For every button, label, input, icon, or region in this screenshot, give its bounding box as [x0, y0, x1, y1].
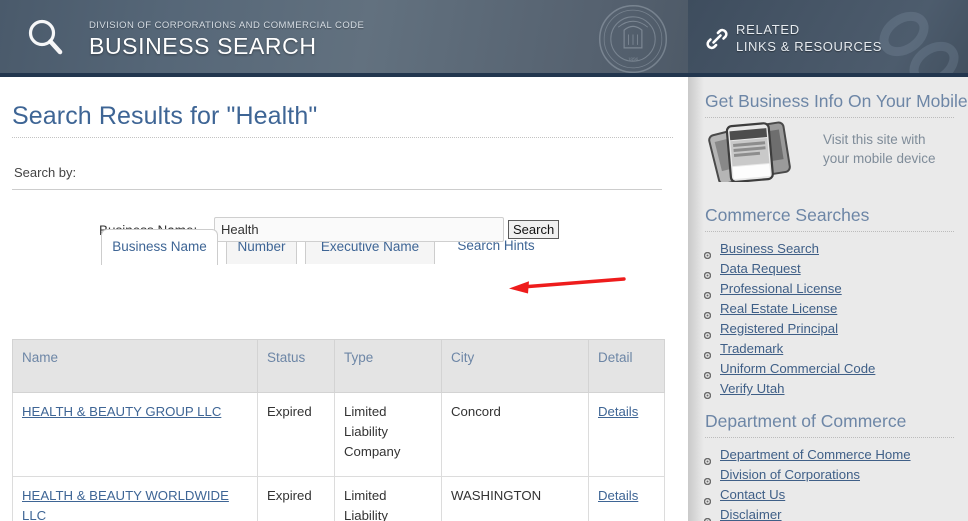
mobile-section: Get Business Info On Your Mobile: [688, 91, 968, 118]
search-button[interactable]: Search: [508, 220, 560, 239]
gear-bullet-icon: [703, 365, 712, 380]
link-data-request[interactable]: Data Request: [720, 261, 801, 276]
tab-business-name[interactable]: Business Name: [101, 229, 218, 265]
mobile-promo-text: Visit this site with your mobile device: [823, 130, 936, 168]
department-section-divider: [705, 437, 954, 438]
brand-kicker: DIVISION OF CORPORATIONS AND COMMERCIAL …: [89, 20, 365, 31]
link-professional-license[interactable]: Professional License: [720, 281, 842, 296]
mobile-phones-image: [708, 121, 791, 182]
link-uniform-commercial-code[interactable]: Uniform Commercial Code: [720, 361, 875, 376]
gear-bullet-icon: [703, 345, 712, 360]
list-item: Division of Corporations: [688, 465, 968, 486]
magnifier-icon: [28, 19, 63, 55]
link-department-of-commerce-home[interactable]: Department of Commerce Home: [720, 447, 911, 462]
list-item: Uniform Commercial Code: [688, 359, 968, 380]
commerce-searches-section: Commerce Searches Business Search Data R…: [688, 205, 968, 400]
list-item: Real Estate License: [688, 299, 968, 320]
related-line-1: RELATED: [736, 22, 800, 37]
gear-bullet-icon: [703, 471, 712, 486]
gear-bullet-icon: [703, 511, 712, 521]
details-link[interactable]: Details: [598, 488, 638, 503]
table-row: HEALTH & BEAUTY GROUP LLC Expired Limite…: [12, 392, 665, 477]
page-title: Search Results for "Health": [12, 102, 318, 130]
cell-city: WASHINGTON: [441, 476, 589, 521]
brand-block: DIVISION OF CORPORATIONS AND COMMERCIAL …: [89, 20, 364, 60]
search-results-table: Name Status Type City Detail HEALTH & BE…: [12, 339, 665, 521]
link-division-of-corporations[interactable]: Division of Corporations: [720, 467, 860, 482]
gear-bullet-icon: [703, 285, 712, 300]
list-item: Trademark: [688, 339, 968, 360]
chain-link-icon: [706, 28, 728, 50]
site-header: DIVISION OF CORPORATIONS AND COMMERCIAL …: [0, 0, 968, 77]
cell-name: HEALTH & BEAUTY WORLDWIDE LLC: [12, 476, 258, 521]
commerce-section-divider: [705, 231, 954, 232]
gear-bullet-icon: [703, 265, 712, 280]
list-item: Business Search: [688, 239, 968, 260]
list-item: Professional License: [688, 279, 968, 300]
cell-name: HEALTH & BEAUTY GROUP LLC: [12, 392, 258, 477]
business-name-link[interactable]: HEALTH & BEAUTY GROUP LLC: [22, 404, 221, 419]
mobile-section-heading: Get Business Info On Your Mobile: [705, 91, 968, 111]
main-content: Search Results for "Health" Search by: B…: [0, 77, 688, 521]
search-tabs: Business Name Number Executive Name Sear…: [0, 151, 688, 265]
svg-text:1896: 1896: [628, 57, 639, 63]
list-item: Verify Utah: [688, 379, 968, 400]
tabs-underline: [12, 189, 662, 190]
column-header-type[interactable]: Type: [334, 339, 442, 393]
link-trademark[interactable]: Trademark: [720, 341, 783, 356]
state-seal-icon: 1896: [598, 4, 668, 74]
promo-line-1: Visit this site with: [823, 132, 926, 147]
gear-bullet-icon: [703, 325, 712, 340]
business-name-link[interactable]: HEALTH & BEAUTY WORLDWIDE LLC: [22, 488, 229, 521]
cell-city: Concord: [441, 392, 589, 477]
column-header-detail[interactable]: Detail: [588, 339, 665, 393]
link-real-estate-license[interactable]: Real Estate License: [720, 301, 837, 316]
related-links-text: RELATED LINKS & RESOURCES: [736, 21, 882, 55]
list-item: Data Request: [688, 259, 968, 280]
link-verify-utah[interactable]: Verify Utah: [720, 381, 785, 396]
commerce-links-list: Business Search Data Request Professiona…: [688, 239, 968, 400]
department-links-list: Department of Commerce Home Division of …: [688, 445, 968, 521]
details-link[interactable]: Details: [598, 404, 638, 419]
list-item: Disclaimer: [688, 505, 968, 521]
header-brand-area: DIVISION OF CORPORATIONS AND COMMERCIAL …: [0, 0, 688, 77]
column-header-city[interactable]: City: [441, 339, 589, 393]
column-header-status[interactable]: Status: [257, 339, 335, 393]
business-search-page: DIVISION OF CORPORATIONS AND COMMERCIAL …: [0, 0, 968, 521]
list-item: Department of Commerce Home: [688, 445, 968, 466]
gear-bullet-icon: [703, 245, 712, 260]
list-item: Contact Us: [688, 485, 968, 506]
promo-line-2: your mobile device: [823, 151, 936, 166]
mobile-section-divider: [705, 117, 954, 118]
link-business-search[interactable]: Business Search: [720, 241, 819, 256]
column-header-name[interactable]: Name: [12, 339, 258, 393]
gear-bullet-icon: [703, 491, 712, 506]
link-disclaimer[interactable]: Disclaimer: [720, 507, 782, 521]
title-divider: [12, 137, 673, 138]
department-section-heading: Department of Commerce: [705, 411, 907, 431]
gear-bullet-icon: [703, 385, 712, 400]
table-row: HEALTH & BEAUTY WORLDWIDE LLC Expired Li…: [12, 476, 665, 521]
mobile-promo: Visit this site with your mobile device: [705, 120, 951, 182]
cell-status: Expired: [257, 392, 335, 477]
business-name-input[interactable]: [214, 217, 504, 242]
cell-status: Expired: [257, 476, 335, 521]
table-header-row: Name Status Type City Detail: [12, 339, 665, 393]
right-sidebar: Get Business Info On Your Mobile Visit t…: [688, 77, 968, 521]
cell-detail: Details: [588, 392, 665, 477]
related-line-2: LINKS & RESOURCES: [736, 39, 883, 54]
commerce-section-heading: Commerce Searches: [705, 205, 870, 225]
gear-bullet-icon: [703, 451, 712, 466]
list-item: Registered Principal: [688, 319, 968, 340]
link-registered-principal[interactable]: Registered Principal: [720, 321, 838, 336]
red-arrow-annotation: [509, 277, 626, 294]
cell-type: Limited Liability Company: [334, 476, 442, 521]
link-contact-us[interactable]: Contact Us: [720, 487, 785, 502]
brand-title: BUSINESS SEARCH: [89, 33, 317, 59]
related-links-header[interactable]: RELATED LINKS & RESOURCES: [688, 0, 968, 77]
cell-type: Limited Liability Company: [334, 392, 442, 477]
department-section: Department of Commerce Department of Com…: [688, 411, 968, 521]
cell-detail: Details: [588, 476, 665, 521]
gear-bullet-icon: [703, 305, 712, 320]
